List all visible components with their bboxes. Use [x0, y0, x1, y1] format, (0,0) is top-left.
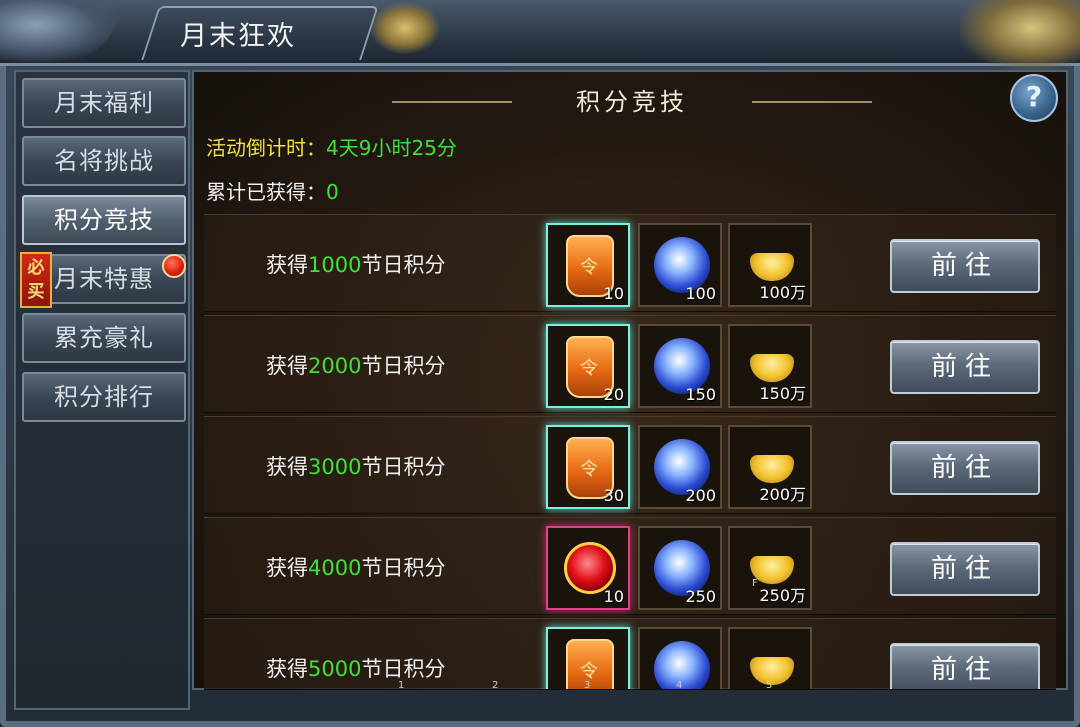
- title-divider-left: [392, 101, 512, 103]
- row-suffix: 节日积分: [361, 354, 446, 378]
- gold-ingot-icon: [750, 354, 794, 382]
- overlay-number: 4: [676, 680, 683, 691]
- go-button[interactable]: 前往: [890, 340, 1040, 394]
- item-count: 10: [603, 284, 624, 303]
- item-count: 250万: [759, 586, 806, 605]
- row-prefix: 获得: [266, 253, 308, 277]
- item-count: 100: [685, 284, 716, 303]
- reward-item-orb[interactable]: 200: [638, 425, 722, 509]
- item-count: 250: [685, 587, 716, 606]
- overlay-number: 2: [492, 680, 499, 691]
- row-requirement: 获得2000节日积分: [266, 350, 445, 380]
- overlay-letter: F: [752, 578, 758, 589]
- item-count: 100万: [759, 283, 806, 302]
- panel-title: 积分竞技: [576, 88, 688, 116]
- item-count: 30: [603, 486, 624, 505]
- overlay-number: 1: [398, 680, 405, 691]
- reward-row: 获得4000节日积分 10 250 F 250万 前往: [204, 517, 1056, 615]
- row-suffix: 节日积分: [361, 253, 446, 277]
- must-buy-badge: 必买: [20, 252, 52, 308]
- reward-item-token[interactable]: 30: [546, 425, 630, 509]
- title-bar: 月末狂欢: [0, 0, 1080, 70]
- notification-dot-icon: [162, 254, 186, 278]
- reward-row: 获得5000节日积分 前往: [204, 618, 1056, 690]
- reward-item-token[interactable]: 20: [546, 324, 630, 408]
- item-count: 20: [603, 385, 624, 404]
- row-suffix: 节日积分: [361, 556, 446, 580]
- sidebar-item-points-ranking[interactable]: 积分排行: [22, 372, 186, 422]
- reward-item-orb[interactable]: 100: [638, 223, 722, 307]
- earned-value: 0: [326, 180, 339, 204]
- item-count: 200万: [759, 485, 806, 504]
- reward-row: 获得2000节日积分 20 150 150万 前往: [204, 315, 1056, 413]
- row-points: 2000: [308, 354, 362, 378]
- row-prefix: 获得: [266, 354, 308, 378]
- item-count: 200: [685, 486, 716, 505]
- reward-item-gold[interactable]: 200万: [728, 425, 812, 509]
- sidebar-item-month-welfare[interactable]: 月末福利: [22, 78, 186, 128]
- row-points: 5000: [308, 657, 362, 681]
- help-icon[interactable]: ?: [1010, 74, 1058, 122]
- item-count: 10: [603, 587, 624, 606]
- sidebar-item-recharge-gift[interactable]: 累充豪礼: [22, 313, 186, 363]
- dragon-ornament-left: [0, 0, 120, 62]
- go-button[interactable]: 前往: [890, 643, 1040, 689]
- title-divider-right: [752, 101, 872, 103]
- overlay-number: 5: [766, 680, 773, 691]
- reward-row: 获得3000节日积分 30 200 200万 前往: [204, 416, 1056, 514]
- earned-line: 累计已获得：0: [206, 176, 339, 205]
- reward-item-gold[interactable]: 150万: [728, 324, 812, 408]
- row-points: 3000: [308, 455, 362, 479]
- earned-label: 累计已获得：: [206, 180, 326, 204]
- dragon-ornament-right: [960, 0, 1080, 70]
- sidebar-item-general-challenge[interactable]: 名将挑战: [22, 136, 186, 186]
- reward-item-orb[interactable]: 250: [638, 526, 722, 610]
- go-button[interactable]: 前往: [890, 441, 1040, 495]
- reward-item-gold[interactable]: 100万: [728, 223, 812, 307]
- row-prefix: 获得: [266, 657, 308, 681]
- row-points: 1000: [308, 253, 362, 277]
- countdown-value: 4天9小时25分: [326, 136, 457, 160]
- row-prefix: 获得: [266, 455, 308, 479]
- item-count: 150: [685, 385, 716, 404]
- overlay-number: 3: [584, 680, 591, 691]
- gold-ingot-icon: [750, 455, 794, 483]
- gold-ingot-icon: [750, 253, 794, 281]
- reward-item-token[interactable]: 10: [546, 223, 630, 307]
- countdown-line: 活动倒计时：4天9小时25分: [206, 132, 457, 161]
- dragon-ornament-center: [370, 2, 440, 54]
- go-button[interactable]: 前往: [890, 239, 1040, 293]
- row-suffix: 节日积分: [361, 455, 446, 479]
- window-title: 月末狂欢: [180, 21, 296, 52]
- countdown-label: 活动倒计时：: [206, 136, 326, 160]
- row-suffix: 节日积分: [361, 657, 446, 681]
- item-count: 150万: [759, 384, 806, 403]
- row-prefix: 获得: [266, 556, 308, 580]
- reward-item-orb[interactable]: 150: [638, 324, 722, 408]
- reward-item-gem[interactable]: 10: [546, 526, 630, 610]
- reward-row: 获得1000节日积分 10 100 100万 前往: [204, 214, 1056, 312]
- go-button[interactable]: 前往: [890, 542, 1040, 596]
- row-requirement: 获得3000节日积分: [266, 451, 445, 481]
- row-requirement: 获得4000节日积分: [266, 552, 445, 582]
- row-requirement: 获得1000节日积分: [266, 249, 445, 279]
- reward-item-gold[interactable]: F 250万: [728, 526, 812, 610]
- row-points: 4000: [308, 556, 362, 580]
- sidebar-item-points-arena[interactable]: 积分竞技: [22, 195, 186, 245]
- row-requirement: 获得5000节日积分: [266, 653, 445, 683]
